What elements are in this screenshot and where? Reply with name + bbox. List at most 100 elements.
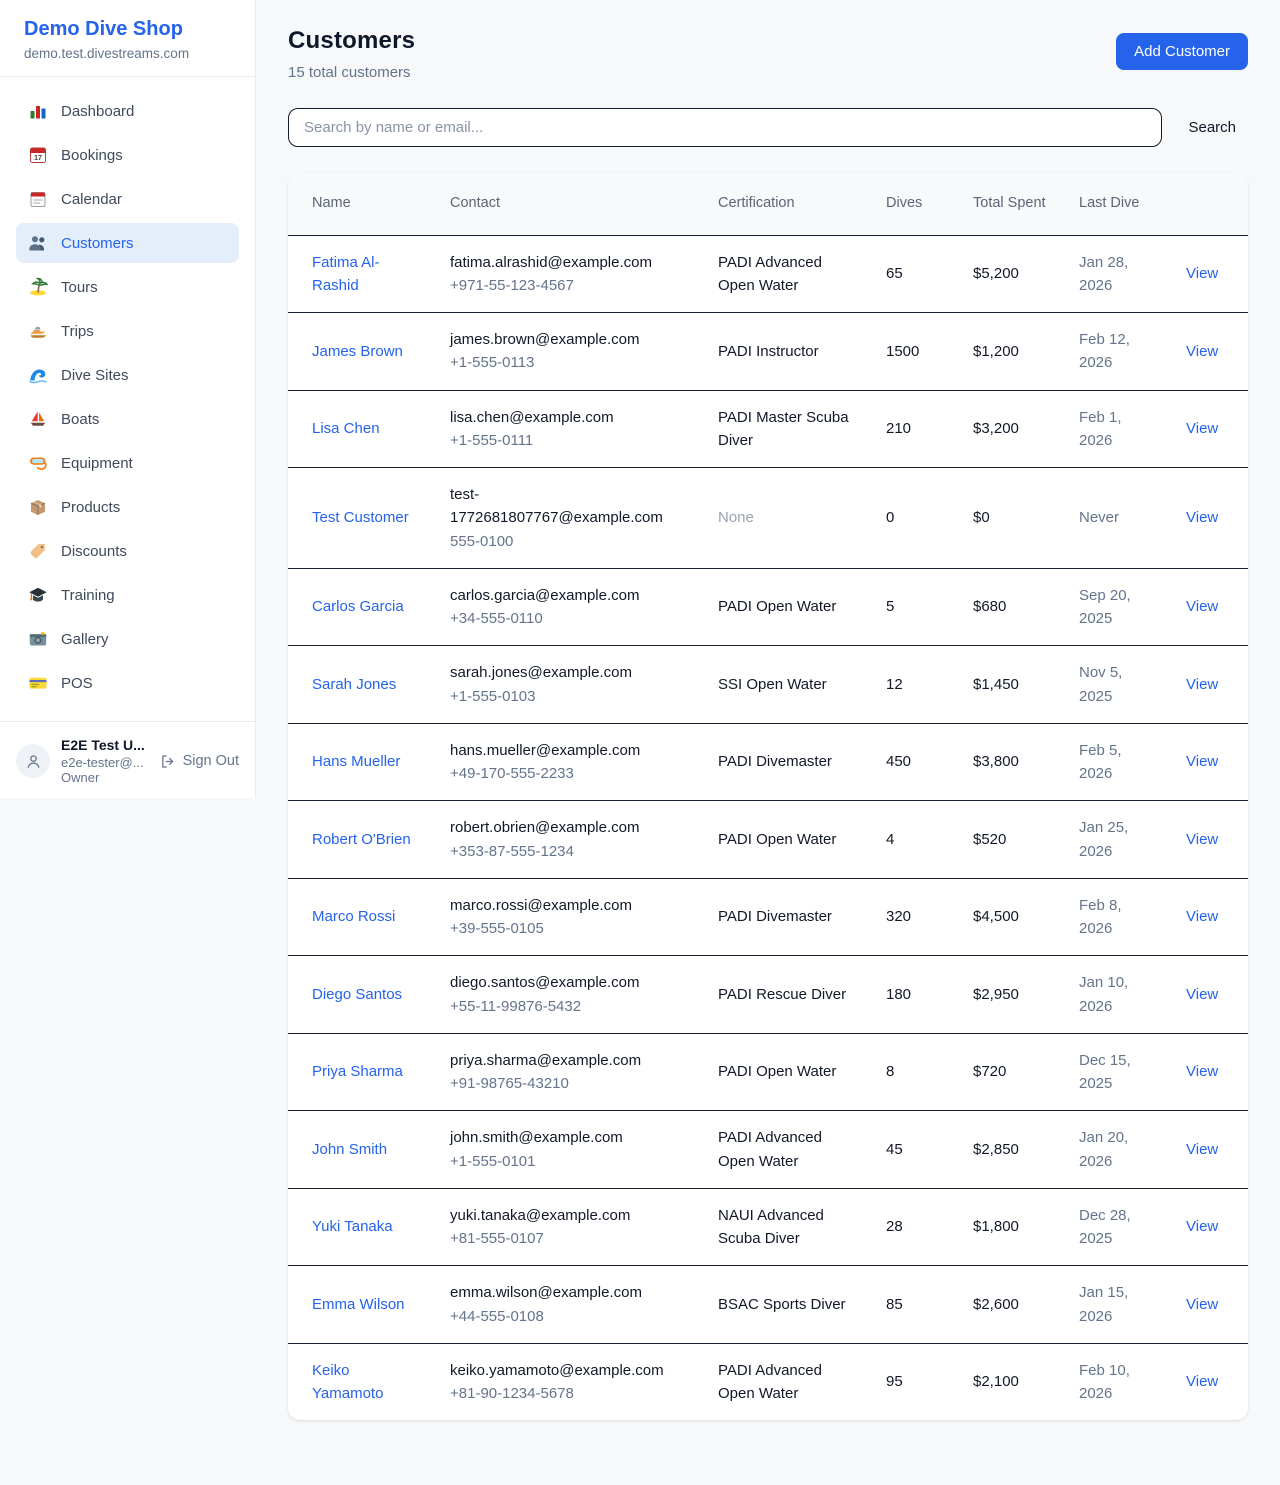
customer-contact-cell: test-1772681807767@example.com555-0100 xyxy=(434,468,702,569)
sidebar-item-boats[interactable]: Boats xyxy=(16,399,239,439)
customer-dives: 8 xyxy=(870,1033,957,1111)
sidebar-item-calendar[interactable]: Calendar xyxy=(16,179,239,219)
customer-phone: +44-555-0108 xyxy=(450,1305,686,1328)
customer-name-cell: Robert O'Brien xyxy=(288,801,434,879)
customer-contact-cell: james.brown@example.com+1-555-0113 xyxy=(434,313,702,391)
view-customer-link[interactable]: View xyxy=(1186,1141,1218,1158)
customer-total-spent: $4,500 xyxy=(957,878,1063,956)
customer-name-link[interactable]: John Smith xyxy=(312,1141,387,1158)
view-customer-link[interactable]: View xyxy=(1186,1296,1218,1313)
sidebar-item-label: Boats xyxy=(61,411,99,428)
customer-contact-cell: keiko.yamamoto@example.com+81-90-1234-56… xyxy=(434,1343,702,1420)
sidebar-item-customers[interactable]: Customers xyxy=(16,223,239,263)
customer-name-link[interactable]: Robert O'Brien xyxy=(312,831,411,848)
customer-action-cell: View xyxy=(1170,723,1248,801)
sidebar-item-pos[interactable]: POS xyxy=(16,663,239,703)
customer-certification: SSI Open Water xyxy=(702,646,870,724)
view-customer-link[interactable]: View xyxy=(1186,420,1218,437)
customer-name-link[interactable]: Emma Wilson xyxy=(312,1296,405,1313)
bookings-calendar-icon: 17 xyxy=(28,145,48,165)
customer-last-dive: Feb 12, 2026 xyxy=(1063,313,1170,391)
main-content: Customers 15 total customers Add Custome… xyxy=(256,0,1280,1420)
customer-phone: 555-0100 xyxy=(450,530,686,553)
package-icon xyxy=(28,497,48,517)
view-customer-link[interactable]: View xyxy=(1186,265,1218,282)
customer-name-link[interactable]: Marco Rossi xyxy=(312,908,395,925)
customer-name-link[interactable]: Sarah Jones xyxy=(312,676,396,693)
customer-name-cell: Hans Mueller xyxy=(288,723,434,801)
customer-last-dive: Jan 15, 2026 xyxy=(1063,1266,1170,1344)
view-customer-link[interactable]: View xyxy=(1186,1373,1218,1390)
logout-icon xyxy=(159,753,176,770)
sidebar-item-products[interactable]: Products xyxy=(16,487,239,527)
view-customer-link[interactable]: View xyxy=(1186,1063,1218,1080)
customer-contact-cell: diego.santos@example.com+55-11-99876-543… xyxy=(434,956,702,1034)
view-customer-link[interactable]: View xyxy=(1186,343,1218,360)
customer-name-link[interactable]: Carlos Garcia xyxy=(312,598,404,615)
customer-certification: PADI Open Water xyxy=(702,568,870,646)
view-customer-link[interactable]: View xyxy=(1186,509,1218,526)
table-row: Marco Rossimarco.rossi@example.com+39-55… xyxy=(288,878,1248,956)
search-button[interactable]: Search xyxy=(1162,111,1248,144)
customer-certification: PADI Rescue Diver xyxy=(702,956,870,1034)
sidebar-item-gallery[interactable]: Gallery xyxy=(16,619,239,659)
customer-name-link[interactable]: Priya Sharma xyxy=(312,1063,403,1080)
customer-name-link[interactable]: Keiko Yamamoto xyxy=(312,1362,383,1402)
customer-name-link[interactable]: Fatima Al-Rashid xyxy=(312,254,380,294)
view-customer-link[interactable]: View xyxy=(1186,598,1218,615)
search-bar: Search xyxy=(288,108,1248,147)
sidebar-item-equipment[interactable]: Equipment xyxy=(16,443,239,483)
customer-last-dive: Feb 1, 2026 xyxy=(1063,390,1170,468)
view-customer-link[interactable]: View xyxy=(1186,753,1218,770)
customer-email: fatima.alrashid@example.com xyxy=(450,251,686,274)
customer-contact-cell: yuki.tanaka@example.com+81-555-0107 xyxy=(434,1188,702,1266)
column-header-certification: Certification xyxy=(702,173,870,235)
customer-dives: 320 xyxy=(870,878,957,956)
wave-icon xyxy=(28,365,48,385)
customer-name-cell: Carlos Garcia xyxy=(288,568,434,646)
sidebar-item-dive-sites[interactable]: Dive Sites xyxy=(16,355,239,395)
sidebar-item-tours[interactable]: Tours xyxy=(16,267,239,307)
customer-contact-cell: fatima.alrashid@example.com+971-55-123-4… xyxy=(434,235,702,313)
customer-action-cell: View xyxy=(1170,1033,1248,1111)
sidebar-item-bookings[interactable]: 17Bookings xyxy=(16,135,239,175)
customer-dives: 45 xyxy=(870,1111,957,1189)
credit-card-icon xyxy=(28,673,48,693)
view-customer-link[interactable]: View xyxy=(1186,676,1218,693)
customer-action-cell: View xyxy=(1170,390,1248,468)
sidebar-item-label: Gallery xyxy=(61,631,109,648)
customer-total-spent: $0 xyxy=(957,468,1063,569)
person-icon xyxy=(24,752,43,771)
customer-email: james.brown@example.com xyxy=(450,328,686,351)
table-row: Emma Wilsonemma.wilson@example.com+44-55… xyxy=(288,1266,1248,1344)
page-header: Customers 15 total customers Add Custome… xyxy=(288,27,1248,81)
view-customer-link[interactable]: View xyxy=(1186,1218,1218,1235)
sidebar-item-discounts[interactable]: Discounts xyxy=(16,531,239,571)
customer-certification: PADI Open Water xyxy=(702,801,870,879)
customer-name-link[interactable]: Diego Santos xyxy=(312,986,402,1003)
customer-dives: 5 xyxy=(870,568,957,646)
customer-name-link[interactable]: Yuki Tanaka xyxy=(312,1218,393,1235)
view-customer-link[interactable]: View xyxy=(1186,831,1218,848)
sidebar-item-training[interactable]: Training xyxy=(16,575,239,615)
sign-out-button[interactable]: Sign Out xyxy=(159,753,239,770)
view-customer-link[interactable]: View xyxy=(1186,908,1218,925)
customer-name-link[interactable]: James Brown xyxy=(312,343,403,360)
sidebar-item-trips[interactable]: Trips xyxy=(16,311,239,351)
customer-email: test-1772681807767@example.com xyxy=(450,483,686,530)
customer-total-spent: $680 xyxy=(957,568,1063,646)
view-customer-link[interactable]: View xyxy=(1186,986,1218,1003)
customer-name-cell: Fatima Al-Rashid xyxy=(288,235,434,313)
customer-name-link[interactable]: Hans Mueller xyxy=(312,753,400,770)
customer-last-dive: Feb 8, 2026 xyxy=(1063,878,1170,956)
search-input[interactable] xyxy=(288,108,1162,147)
calendar-icon xyxy=(28,189,48,209)
customer-total-spent: $3,800 xyxy=(957,723,1063,801)
customer-name-link[interactable]: Test Customer xyxy=(312,509,409,526)
customer-email: hans.mueller@example.com xyxy=(450,739,686,762)
customer-name-link[interactable]: Lisa Chen xyxy=(312,420,380,437)
sidebar-item-dashboard[interactable]: Dashboard xyxy=(16,91,239,131)
customer-total-spent: $1,800 xyxy=(957,1188,1063,1266)
add-customer-button[interactable]: Add Customer xyxy=(1116,33,1248,70)
camera-icon xyxy=(28,629,48,649)
